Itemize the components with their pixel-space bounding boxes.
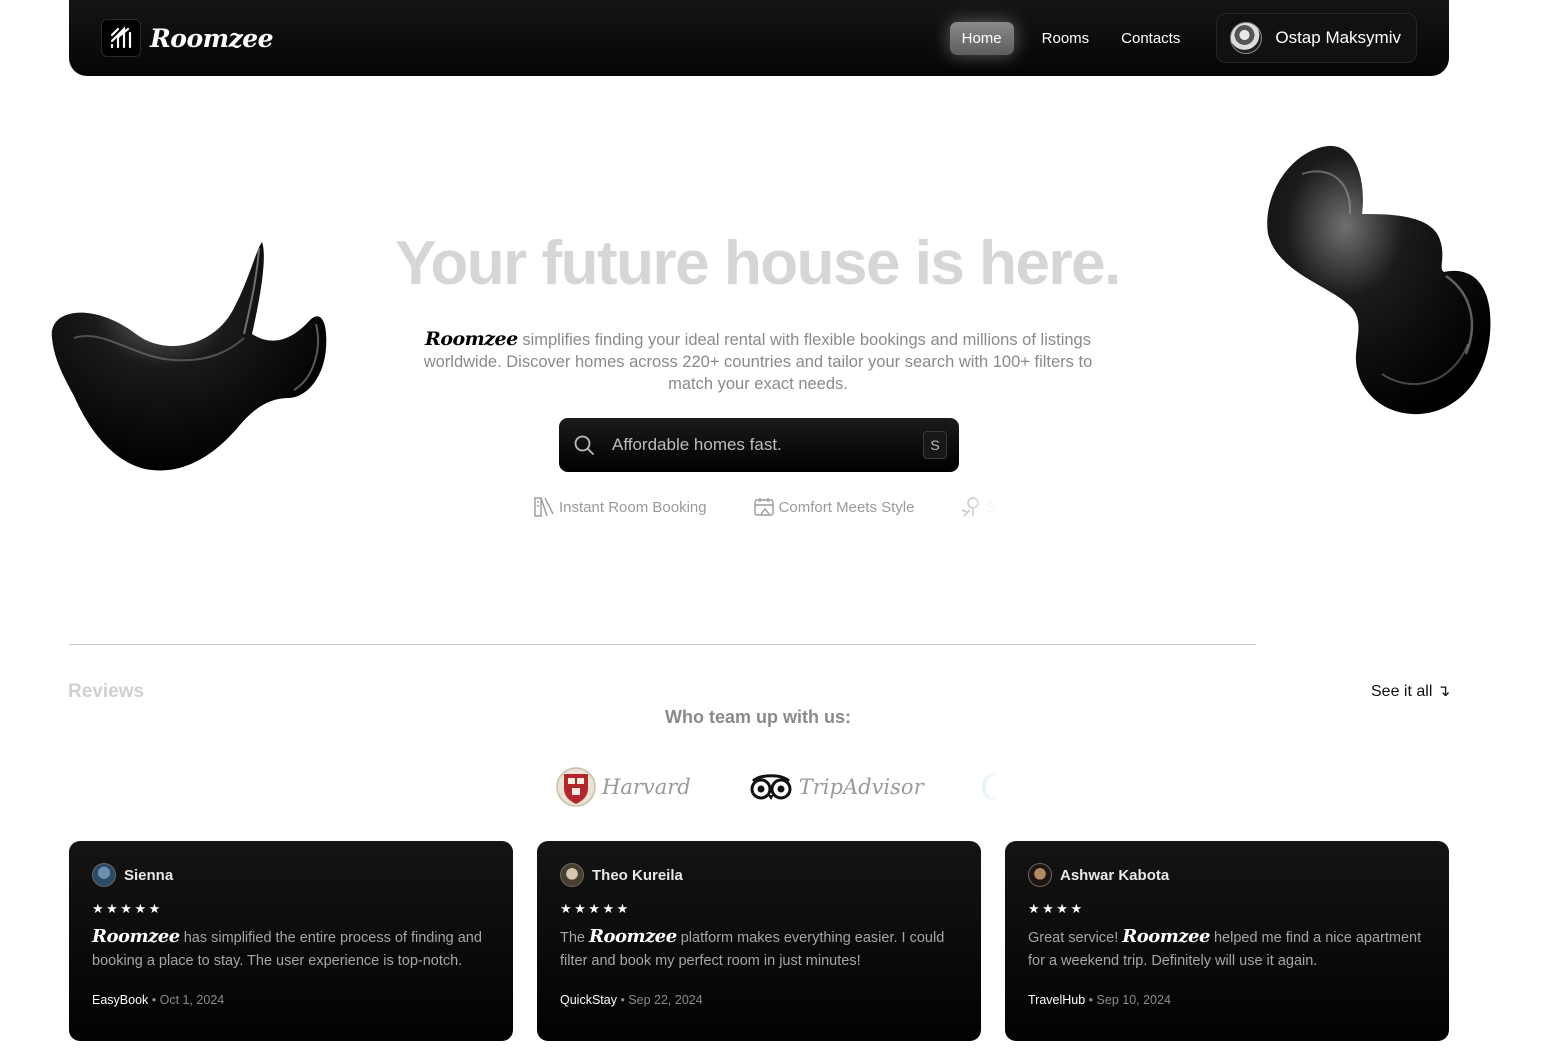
review-meta: TravelHub • Sep 10, 2024 [1028, 993, 1171, 1007]
feature-item: S [960, 496, 996, 518]
user-menu[interactable]: Ostap Maksymiv [1216, 13, 1417, 63]
reviewer-avatar [1028, 863, 1052, 887]
partner-harvard: Harvard [556, 766, 691, 808]
review-date: Sep 10, 2024 [1096, 993, 1171, 1007]
partners-ticker: Harvard TripAdvisor [556, 762, 999, 812]
review-source: TravelHub [1028, 993, 1086, 1007]
rating-stars: ★★★★★ [560, 901, 631, 916]
reviewer-name: Theo Kureila [592, 866, 683, 884]
partner-tripadvisor: TripAdvisor [749, 772, 924, 802]
partner-logo-icon [981, 772, 996, 802]
feature-label: Instant Room Booking [559, 498, 707, 516]
section-divider [69, 644, 1256, 645]
search-icon [574, 435, 594, 455]
partners-title: Who team up with us: [665, 707, 851, 727]
review-source: QuickStay [560, 993, 617, 1007]
nav-contacts[interactable]: Contacts [1109, 22, 1192, 55]
brand-mark-icon [101, 19, 141, 57]
review-prefix: The [560, 930, 585, 946]
hero-description-text: simplifies finding your ideal rental wit… [423, 331, 1093, 393]
feature-ticker: Instant Room Booking Comfort Meets Style… [533, 494, 1003, 520]
see-all-link[interactable]: See it all ↴ [1371, 681, 1450, 701]
partner-name: Harvard [602, 775, 691, 799]
review-date: Sep 22, 2024 [628, 993, 703, 1007]
pin-icon [962, 497, 980, 517]
hero-description: Roomzee simplifies finding your ideal re… [408, 328, 1108, 395]
harvard-shield-icon [556, 767, 596, 807]
booking-icon [534, 497, 554, 517]
review-cards: Sienna ★★★★★ Roomzee has simplified the … [69, 841, 1449, 1041]
review-prefix: Great service! [1028, 930, 1119, 946]
brand-name: Roomzee [150, 23, 274, 53]
user-name: Ostap Maksymiv [1275, 28, 1401, 47]
search-shortcut-key: S [923, 431, 947, 459]
calendar-icon [753, 498, 774, 516]
review-brand-inline: Roomzee [1122, 926, 1210, 947]
review-card: Theo Kureila ★★★★★ The Roomzee platform … [537, 841, 981, 1041]
reviewer-name: Ashwar Kabota [1060, 866, 1170, 884]
user-avatar [1230, 22, 1263, 54]
feature-label: Comfort Meets Style [778, 498, 915, 516]
reviewer-avatar [92, 863, 116, 887]
review-source: EasyBook [92, 993, 149, 1007]
search-bar: S [559, 418, 959, 472]
nav-home[interactable]: Home [949, 21, 1014, 55]
tripadvisor-owl-icon [750, 774, 792, 800]
reviews-heading: Reviews [68, 681, 145, 702]
feature-item: Comfort Meets Style [753, 496, 915, 518]
hero-brand-inline: Roomzee [425, 328, 518, 350]
review-date: Oct 1, 2024 [159, 993, 225, 1007]
reviewer-name: Sienna [124, 866, 174, 884]
main-nav: Home Rooms Contacts Ostap Maksymiv [949, 13, 1417, 63]
review-meta: QuickStay • Sep 22, 2024 [560, 993, 703, 1007]
review-text: The Roomzee platform makes everything ea… [560, 925, 958, 973]
feature-label: S [986, 498, 997, 516]
review-brand-inline: Roomzee [589, 926, 677, 947]
rating-stars: ★★★★★ [92, 901, 163, 916]
reviewer-avatar [560, 863, 584, 887]
search-input[interactable] [612, 435, 923, 455]
review-text: Roomzee has simplified the entire proces… [92, 925, 490, 973]
feature-item: Instant Room Booking [533, 496, 707, 518]
review-text: Great service! Roomzee helped me find a … [1028, 925, 1426, 973]
brand-logo[interactable]: Roomzee [101, 19, 274, 57]
hero-title: Your future house is here. [395, 229, 1121, 298]
review-meta: EasyBook • Oct 1, 2024 [92, 993, 225, 1007]
partner-next [981, 772, 999, 802]
review-card: Sienna ★★★★★ Roomzee has simplified the … [69, 841, 513, 1041]
rating-stars: ★★★★ [1028, 901, 1085, 916]
top-navbar: Roomzee Home Rooms Contacts Ostap Maksym… [69, 0, 1449, 76]
nav-rooms[interactable]: Rooms [1030, 22, 1102, 55]
partner-name: TripAdvisor [798, 775, 924, 799]
review-brand-inline: Roomzee [92, 926, 180, 947]
review-card: Ashwar Kabota ★★★★ Great service! Roomze… [1005, 841, 1449, 1041]
